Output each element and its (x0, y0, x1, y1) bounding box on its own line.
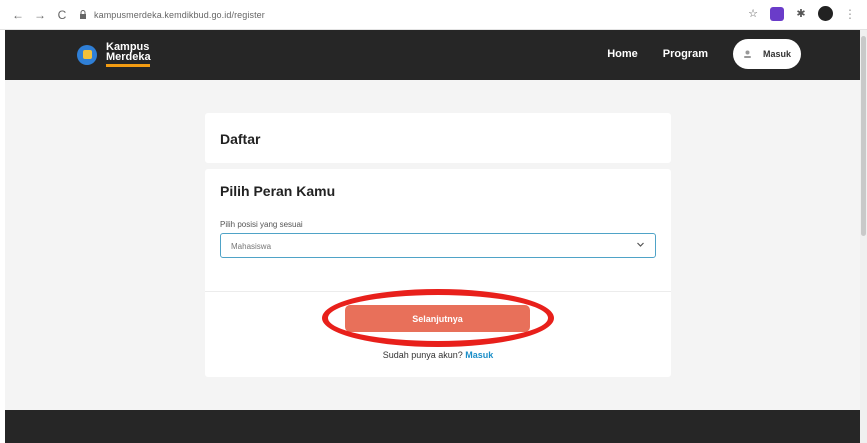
back-icon[interactable]: ← (10, 7, 26, 23)
login-button-label: Masuk (762, 49, 791, 59)
nav-home[interactable]: Home (607, 48, 638, 60)
site-footer (5, 410, 860, 443)
role-form-card: Pilih Peran Kamu Pilih posisi yang sesua… (205, 169, 671, 377)
extension-icon[interactable] (770, 6, 784, 21)
address-bar[interactable]: kampusmerdeka.kemdikbud.go.id/register (78, 5, 718, 25)
profile-avatar[interactable] (818, 6, 833, 21)
lock-icon (78, 10, 88, 20)
nav-program[interactable]: Program (663, 48, 708, 60)
bookmark-star-icon[interactable]: ☆ (746, 7, 760, 21)
browser-menu-icon[interactable]: ⋮ (843, 7, 857, 21)
kampus-merdeka-logo[interactable]: Kampus Merdeka (77, 42, 151, 67)
chevron-down-icon (636, 240, 645, 251)
tut-wuri-emblem-icon (77, 44, 97, 65)
red-highlight-ellipse (322, 289, 554, 347)
site-header: Kampus Merdeka Home Program Masuk (5, 30, 860, 80)
login-link[interactable]: Masuk (465, 350, 493, 360)
user-icon (743, 49, 753, 59)
logo-line-2: Merdeka (106, 51, 151, 63)
section-title: Pilih Peran Kamu (220, 183, 336, 199)
reload-icon[interactable]: C (54, 7, 70, 23)
forward-icon[interactable]: → (32, 7, 48, 23)
main-nav: Home Program Masuk (607, 39, 801, 69)
browser-toolbar: ← → C kampusmerdeka.kemdikbud.go.id/regi… (0, 0, 867, 30)
puzzle-icon[interactable]: ✱ (794, 7, 808, 21)
register-header-card: Daftar (205, 113, 671, 163)
scrollbar-thumb[interactable] (861, 36, 866, 236)
role-select[interactable]: Mahasiswa (220, 233, 656, 258)
logo-underline (106, 64, 150, 67)
page-content: Daftar Pilih Peran Kamu Pilih posisi yan… (5, 80, 860, 410)
page-title: Daftar (220, 131, 261, 147)
have-account-text: Sudah punya akun? (382, 350, 463, 360)
role-field-label: Pilih posisi yang sesuai (220, 220, 303, 229)
have-account-line: Sudah punya akun? Masuk (205, 350, 671, 360)
page-scrollbar[interactable] (860, 30, 867, 443)
url-text: kampusmerdeka.kemdikbud.go.id/register (94, 9, 265, 20)
login-button[interactable]: Masuk (733, 39, 801, 69)
role-select-value: Mahasiswa (231, 242, 272, 251)
